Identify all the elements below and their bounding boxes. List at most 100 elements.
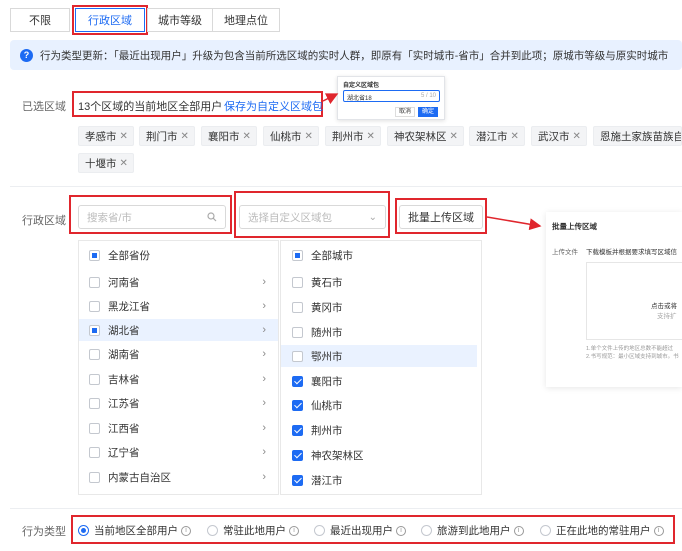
city-item[interactable]: 鄂州市 bbox=[281, 345, 477, 367]
help-icon[interactable]: i bbox=[513, 525, 524, 536]
province-label: 江西省 bbox=[108, 422, 140, 435]
help-icon[interactable]: i bbox=[653, 525, 664, 536]
checkbox[interactable] bbox=[89, 471, 100, 483]
checkbox[interactable] bbox=[292, 249, 303, 261]
upload-dialog-title: 批量上传区域 bbox=[552, 222, 597, 231]
chevron-right-icon: › bbox=[262, 446, 266, 458]
radio-label: 当前地区全部用户 bbox=[94, 525, 178, 537]
upload-file-label: 上传文件 bbox=[552, 249, 578, 256]
city-label: 鄂州市 bbox=[311, 350, 343, 363]
chevron-right-icon: › bbox=[262, 471, 266, 483]
city-item[interactable]: 随州市 bbox=[281, 321, 481, 343]
province-label: 辽宁省 bbox=[108, 446, 140, 459]
checkbox-checked[interactable] bbox=[292, 474, 303, 486]
checkbox-checked[interactable] bbox=[292, 424, 303, 436]
help-icon[interactable]: i bbox=[396, 525, 406, 536]
city-item[interactable]: 神农架林区 bbox=[281, 444, 481, 466]
city-item[interactable]: 襄阳市 bbox=[281, 370, 481, 392]
chevron-right-icon: › bbox=[262, 300, 266, 312]
checkbox-checked[interactable] bbox=[292, 375, 303, 387]
checkbox[interactable] bbox=[89, 276, 100, 288]
upload-note-1: 1.单个文件上传的地区总数不能超过 bbox=[586, 346, 674, 352]
chevron-right-icon: › bbox=[262, 348, 266, 360]
checkbox[interactable] bbox=[89, 397, 100, 409]
radio-label: 旅游到此地用户 bbox=[437, 525, 511, 537]
chevron-right-icon: › bbox=[262, 276, 266, 288]
checkbox[interactable] bbox=[292, 301, 303, 313]
help-icon[interactable]: i bbox=[289, 525, 299, 536]
radio-resident-users[interactable]: 常驻此地用户 i bbox=[207, 523, 299, 538]
province-label: 湖南省 bbox=[108, 348, 140, 361]
city-item[interactable]: 黄冈市 bbox=[281, 296, 481, 318]
radio-label: 正在此地的常驻用户 bbox=[556, 525, 651, 537]
province-label: 内蒙古自治区 bbox=[108, 471, 171, 484]
upload-dialog-preview: 批量上传区域 上传文件 下载模板并根据要求填写区域信 点击或将 支持扩 1.单个… bbox=[546, 212, 682, 387]
city-item[interactable]: 潜江市 bbox=[281, 469, 481, 491]
all-provinces-row[interactable]: 全部省份 bbox=[79, 244, 278, 266]
radio-button[interactable] bbox=[78, 525, 89, 536]
city-label: 荆州市 bbox=[311, 424, 343, 437]
radio-traveler-users[interactable]: 旅游到此地用户 i bbox=[421, 523, 524, 538]
city-item[interactable]: 黄石市 bbox=[281, 271, 481, 293]
radio-recent-users[interactable]: 最近出现用户 i bbox=[314, 523, 406, 538]
radio-label: 常驻此地用户 bbox=[223, 525, 286, 537]
checkbox[interactable] bbox=[89, 422, 100, 434]
province-label: 吉林省 bbox=[108, 373, 140, 386]
city-label: 潜江市 bbox=[311, 474, 343, 487]
upload-file-hint: 下载模板并根据要求填写区域信 bbox=[586, 249, 677, 256]
province-item[interactable]: 江苏省 › bbox=[79, 392, 278, 414]
checkbox[interactable] bbox=[89, 446, 100, 458]
radio-button[interactable] bbox=[540, 525, 551, 536]
province-label: 河南省 bbox=[108, 276, 140, 289]
section-divider bbox=[10, 508, 682, 509]
radio-present-resident-users[interactable]: 正在此地的常驻用户 i bbox=[540, 523, 664, 538]
city-item[interactable]: 仙桃市 bbox=[281, 394, 481, 416]
city-panel: 全部城市 黄石市 黄冈市 随州市 鄂州市 襄阳市 仙桃市 荆州市 神农架林区 潜… bbox=[280, 240, 482, 495]
province-label: 江苏省 bbox=[108, 397, 140, 410]
city-label: 仙桃市 bbox=[311, 399, 343, 412]
upload-drop-zone[interactable]: 点击或将 支持扩 bbox=[586, 262, 682, 340]
upload-note-2: 2.书写规范：最小区域支持到城市。书 bbox=[586, 354, 679, 360]
province-item[interactable]: 黑龙江省 › bbox=[79, 295, 278, 317]
checkbox[interactable] bbox=[89, 348, 100, 360]
checkbox[interactable] bbox=[292, 276, 303, 288]
radio-label: 最近出现用户 bbox=[330, 525, 393, 537]
city-item[interactable]: 荆州市 bbox=[281, 419, 481, 441]
city-label: 黄石市 bbox=[311, 276, 343, 289]
checkbox[interactable] bbox=[89, 249, 100, 261]
chevron-right-icon: › bbox=[262, 324, 266, 336]
province-item[interactable]: 辽宁省 › bbox=[79, 441, 278, 463]
province-item[interactable]: 河南省 › bbox=[79, 271, 278, 293]
province-item[interactable]: 湖南省 › bbox=[79, 343, 278, 365]
help-icon[interactable]: i bbox=[181, 525, 191, 536]
city-label: 神农架林区 bbox=[311, 449, 364, 462]
chevron-right-icon: › bbox=[262, 422, 266, 434]
drop-text: 点击或将 bbox=[651, 303, 677, 310]
all-cities-label: 全部城市 bbox=[311, 249, 353, 262]
radio-current-all-users[interactable]: 当前地区全部用户 i bbox=[78, 523, 191, 538]
checkbox[interactable] bbox=[292, 326, 303, 338]
province-item[interactable]: 内蒙古自治区 › bbox=[79, 466, 278, 488]
city-label: 襄阳市 bbox=[311, 375, 343, 388]
all-provinces-label: 全部省份 bbox=[108, 249, 150, 262]
checkbox[interactable] bbox=[89, 300, 100, 312]
checkbox[interactable] bbox=[89, 373, 100, 385]
city-label: 黄冈市 bbox=[311, 301, 343, 314]
chevron-right-icon: › bbox=[262, 397, 266, 409]
checkbox[interactable] bbox=[89, 324, 100, 336]
province-item-active[interactable]: 湖北省 › bbox=[79, 319, 278, 341]
drop-subtext: 支持扩 bbox=[657, 313, 677, 320]
radio-button[interactable] bbox=[421, 525, 432, 536]
radio-button[interactable] bbox=[314, 525, 325, 536]
chevron-right-icon: › bbox=[262, 373, 266, 385]
province-item[interactable]: 江西省 › bbox=[79, 417, 278, 439]
province-item[interactable]: 吉林省 › bbox=[79, 368, 278, 390]
all-cities-row[interactable]: 全部城市 bbox=[281, 244, 481, 266]
checkbox-checked[interactable] bbox=[292, 449, 303, 461]
province-panel: 全部省份 河南省 › 黑龙江省 › 湖北省 › 湖南省 › 吉林省 › 江苏省 › 江西省 ›… bbox=[78, 240, 279, 495]
behavior-type-label: 行为类型 bbox=[22, 526, 66, 538]
checkbox[interactable] bbox=[292, 350, 303, 362]
radio-button[interactable] bbox=[207, 525, 218, 536]
province-label: 湖北省 bbox=[108, 324, 140, 337]
checkbox-checked[interactable] bbox=[292, 399, 303, 411]
